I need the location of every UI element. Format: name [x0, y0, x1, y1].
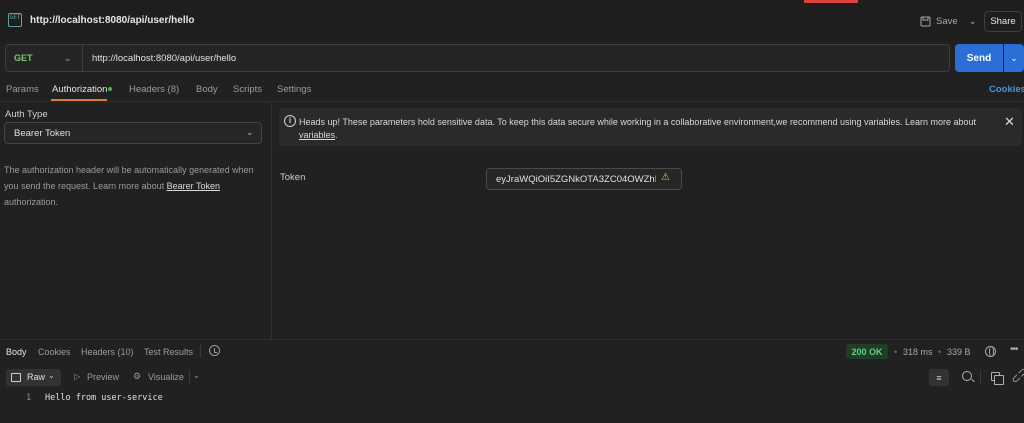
share-button[interactable]: Share — [984, 11, 1022, 32]
send-button[interactable]: Send — [955, 44, 1003, 72]
wrap-icon[interactable]: ≡ — [929, 369, 949, 386]
tab-headers[interactable]: Headers (8) — [129, 84, 179, 95]
response-tab-headers[interactable]: Headers (10) — [81, 347, 134, 357]
chevron-down-icon[interactable]: ⌄ — [64, 53, 72, 64]
response-divider[interactable] — [0, 339, 1024, 340]
separator: • — [938, 347, 942, 357]
tab-body[interactable]: Body — [196, 84, 218, 95]
bearer-token-link[interactable]: Bearer Token — [167, 181, 220, 191]
auth-type-label: Auth Type — [5, 109, 48, 120]
tab-settings[interactable]: Settings — [277, 84, 311, 95]
save-label: Save — [936, 15, 958, 27]
divider — [189, 370, 190, 384]
divider — [0, 101, 1024, 102]
copy-icon[interactable] — [991, 372, 1004, 385]
tab-scripts[interactable]: Scripts — [233, 84, 262, 95]
visualize-button[interactable]: Visualize — [148, 372, 184, 382]
response-tab-test-results[interactable]: Test Results — [144, 347, 193, 357]
auth-status-dot — [108, 87, 112, 91]
close-icon[interactable]: ✕ — [1004, 114, 1015, 130]
token-value: eyJraWQiOiI5ZGNkOTA3ZC04OWZhLTQy — [496, 174, 656, 185]
response-size[interactable]: 339 B — [947, 347, 971, 357]
tab-authorization[interactable]: Authorization — [52, 84, 107, 95]
cookies-link[interactable]: Cookies — [989, 84, 1024, 95]
status-badge[interactable]: 200 OK — [846, 344, 888, 359]
chevron-down-icon: ⌄ — [246, 127, 254, 137]
warning-icon[interactable]: ⚠ — [661, 172, 670, 183]
preview-icon: ▷ — [74, 372, 81, 381]
more-icon[interactable]: ••• — [1010, 344, 1018, 355]
globe-icon[interactable] — [985, 346, 996, 357]
banner-text: Heads up! These parameters hold sensitiv… — [299, 117, 977, 140]
chevron-down-icon: ⌄ — [48, 371, 55, 380]
response-body-line: Hello from user-service — [45, 393, 163, 403]
search-icon[interactable] — [962, 371, 972, 381]
chevron-down-icon[interactable]: ⌄ — [969, 16, 977, 27]
separator: • — [894, 347, 898, 357]
save-button[interactable]: Save ⌄ — [920, 13, 977, 29]
info-icon: i — [284, 115, 296, 127]
chevron-down-icon: ⌄ — [1010, 52, 1018, 63]
preview-button[interactable]: Preview — [87, 372, 119, 382]
auth-help-text: The authorization header will be automat… — [4, 165, 254, 207]
pane-divider[interactable] — [271, 102, 272, 339]
divider — [82, 45, 83, 71]
line-number: 1 — [26, 393, 32, 403]
token-label: Token — [280, 172, 306, 183]
url-input[interactable]: http://localhost:8080/api/user/hello — [92, 53, 236, 64]
link-icon[interactable]: ⊂⊃ — [1008, 364, 1024, 387]
method-select[interactable]: GET — [14, 53, 33, 63]
tab-params[interactable]: Params — [6, 84, 39, 95]
auth-type-value: Bearer Token — [14, 128, 71, 139]
response-time[interactable]: 318 ms — [903, 347, 933, 357]
response-tab-cookies[interactable]: Cookies — [38, 347, 71, 357]
chevron-down-icon[interactable]: ⌄ — [193, 371, 200, 380]
raw-icon — [11, 373, 21, 382]
active-tab-accent — [804, 0, 858, 3]
save-icon — [920, 16, 931, 26]
send-options-button[interactable]: ⌄ — [1004, 44, 1024, 72]
divider — [200, 344, 201, 358]
history-icon[interactable] — [209, 345, 220, 356]
format-label: Raw — [27, 372, 46, 382]
request-icon: GET — [8, 13, 22, 27]
variables-link[interactable]: variables — [299, 130, 335, 140]
visualize-icon: ⚙ — [133, 371, 142, 381]
divider — [980, 370, 981, 384]
response-tab-body[interactable]: Body — [6, 347, 27, 357]
request-title[interactable]: http://localhost:8080/api/user/hello — [30, 15, 194, 26]
